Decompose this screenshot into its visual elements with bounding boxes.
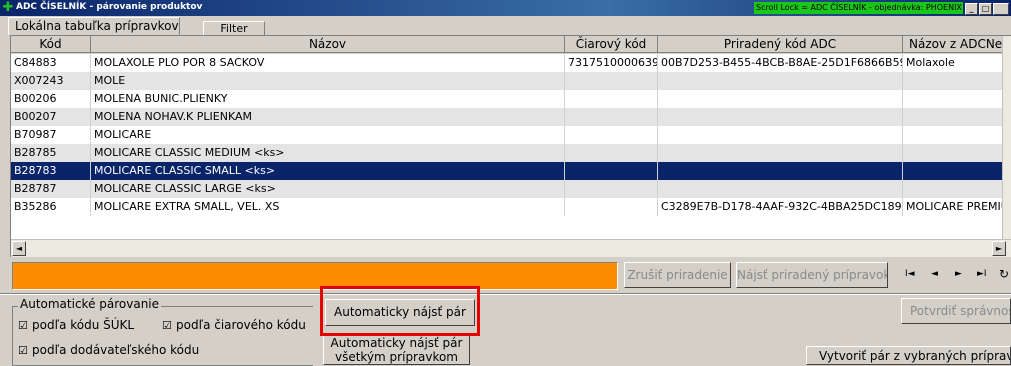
cell-code: X007243 [11, 72, 91, 90]
cell-name: MOLICARE EXTRA SMALL, VEL. XS [91, 198, 565, 216]
cell-code: B28787 [11, 180, 91, 198]
checkbox-barcode[interactable]: ☑ podľa čiarového kódu [162, 318, 306, 332]
record-navigator: I◄ ◄ ► ►I ↻ [893, 262, 1011, 288]
table-row[interactable]: C84883 MOLAXOLE PLO POR 8 SACKOV 731751000… [11, 54, 1007, 72]
cell-barcode [565, 180, 658, 198]
last-record-icon[interactable]: ►I [977, 268, 987, 280]
cell-barcode [565, 126, 658, 144]
horizontal-scrollbar[interactable]: ◄ ► [11, 239, 1011, 257]
table-row[interactable]: B00207 MOLENA NOHAV.K PLIENKAM [11, 108, 1007, 126]
column-header-name[interactable]: Názov [91, 36, 565, 53]
checkbox-checked-icon[interactable]: ☑ [162, 319, 172, 332]
cell-adc-code [658, 180, 903, 198]
column-header-adc-code[interactable]: Priradený kód ADC [658, 36, 903, 53]
cell-code: B28783 [11, 162, 91, 180]
cell-adcnet-name: Molaxole [903, 54, 1007, 72]
separator [0, 293, 1011, 295]
checkbox-checked-icon[interactable]: ☑ [18, 319, 28, 332]
cell-barcode [565, 162, 658, 180]
cell-code: B35286 [11, 198, 91, 216]
cell-barcode [565, 144, 658, 162]
table-row[interactable]: B70987 MOLICARE [11, 126, 1007, 144]
previous-record-icon[interactable]: ◄ [931, 268, 938, 280]
confirm-button[interactable]: Potvrdiť správnosť [901, 298, 1011, 324]
cell-code: B00206 [11, 90, 91, 108]
cell-name: MOLE [91, 72, 565, 90]
cell-adcnet-name [903, 126, 1007, 144]
cell-code: B70987 [11, 126, 91, 144]
cell-name: MOLICARE CLASSIC MEDIUM <ks> [91, 144, 565, 162]
cell-adcnet-name [903, 144, 1007, 162]
cell-name: MOLAXOLE PLO POR 8 SACKOV [91, 54, 565, 72]
checkbox-checked-icon[interactable]: ☑ [18, 344, 28, 357]
cell-name: MOLENA BUNIC.PLIENKY [91, 90, 565, 108]
cell-adc-code: 00B7D253-B455-4BCB-B8AE-25D1F6866B59 [658, 54, 903, 72]
vertical-scrollbar[interactable] [1002, 36, 1011, 257]
cell-adcnet-name [903, 72, 1007, 90]
auto-pairing-legend: Automatické párovanie [18, 297, 162, 311]
table-row[interactable]: B00206 MOLENA BUNIC.PLIENKY [11, 90, 1007, 108]
scroll-right-icon[interactable]: ► [992, 241, 1006, 256]
cell-adcnet-name [903, 108, 1007, 126]
title-bar: ✚ ADC ČÍSELNÍK - párovanie produktov Scr… [0, 0, 1011, 16]
cell-adc-code: C3289E7B-D178-4AAF-932C-4BBA25DC189 [658, 198, 903, 216]
table-row[interactable]: B28785 MOLICARE CLASSIC MEDIUM <ks> [11, 144, 1007, 162]
pharmacy-cross-icon: ✚ [2, 0, 14, 15]
cell-adc-code [658, 162, 903, 180]
cell-adc-code [658, 72, 903, 90]
highlight-frame [320, 286, 480, 336]
scroll-left-icon[interactable]: ◄ [12, 241, 26, 256]
pairing-status-field [12, 262, 618, 290]
cell-code: B28785 [11, 144, 91, 162]
cancel-assignment-button[interactable]: Zrušiť priradenie [624, 262, 731, 288]
cell-barcode [565, 198, 658, 216]
products-grid[interactable]: Kód Názov Čiarový kód Priradený kód ADC … [10, 35, 1011, 257]
first-record-icon[interactable]: I◄ [905, 268, 915, 280]
window-title: ADC ČÍSELNÍK - párovanie produktov [16, 2, 203, 12]
cell-barcode [565, 108, 658, 126]
cell-code: C84883 [11, 54, 91, 72]
cell-name: MOLICARE CLASSIC LARGE <ks> [91, 180, 565, 198]
column-header-barcode[interactable]: Čiarový kód [565, 36, 658, 53]
cell-name: MOLICARE [91, 126, 565, 144]
table-row[interactable]: B28783 MOLICARE CLASSIC SMALL <ks> [11, 162, 1007, 180]
create-pair-button[interactable]: Vytvoriť pár z vybraných prípravkov [806, 346, 1011, 365]
next-record-icon[interactable]: ► [955, 268, 962, 280]
cell-barcode: 7317510000639 [565, 54, 658, 72]
cell-adcnet-name [903, 90, 1007, 108]
table-row[interactable]: X007243 MOLE [11, 72, 1007, 90]
find-assigned-button[interactable]: Nájsť priradený prípravok [736, 262, 888, 288]
maximize-button[interactable]: □ [979, 3, 992, 15]
cell-barcode [565, 90, 658, 108]
column-header-code[interactable]: Kód [11, 36, 91, 53]
minimize-button[interactable]: _ [965, 3, 978, 15]
cell-barcode [565, 72, 658, 90]
cell-adc-code [658, 126, 903, 144]
table-row[interactable]: B35286 MOLICARE EXTRA SMALL, VEL. XS C3289… [11, 198, 1007, 216]
table-row[interactable]: B28787 MOLICARE CLASSIC LARGE <ks> [11, 180, 1007, 198]
checkbox-supplier-code[interactable]: ☑ podľa dodávateľského kódu [18, 343, 199, 357]
column-header-adcnet-name[interactable]: Názov z ADCNet. [903, 36, 1007, 53]
cell-name: MOLICARE CLASSIC SMALL <ks> [91, 162, 565, 180]
checkbox-sukl-code[interactable]: ☑ podľa kódu ŠÚKL [18, 318, 134, 332]
status-indicator: Scroll Lock = ADC ČÍSELNÍK - objednávka:… [754, 2, 963, 14]
cell-adcnet-name [903, 180, 1007, 198]
auto-find-all-button[interactable]: Automaticky nájsť pár všetkým prípravkom [323, 334, 470, 365]
cell-name: MOLENA NOHAV.K PLIENKAM [91, 108, 565, 126]
cell-adc-code [658, 108, 903, 126]
cell-adc-code [658, 144, 903, 162]
close-button-partial[interactable] [993, 3, 1009, 15]
cell-adc-code [658, 90, 903, 108]
auto-pairing-group [12, 306, 313, 366]
cell-adcnet-name: MOLICARE PREMIU [903, 198, 1007, 216]
cell-adcnet-name [903, 162, 1007, 180]
refresh-icon[interactable]: ↻ [999, 268, 1009, 280]
cell-code: B00207 [11, 108, 91, 126]
grid-header: Kód Názov Čiarový kód Priradený kód ADC … [11, 36, 1011, 54]
tab-local-table[interactable]: Lokálna tabuľka prípravkov [8, 17, 180, 35]
